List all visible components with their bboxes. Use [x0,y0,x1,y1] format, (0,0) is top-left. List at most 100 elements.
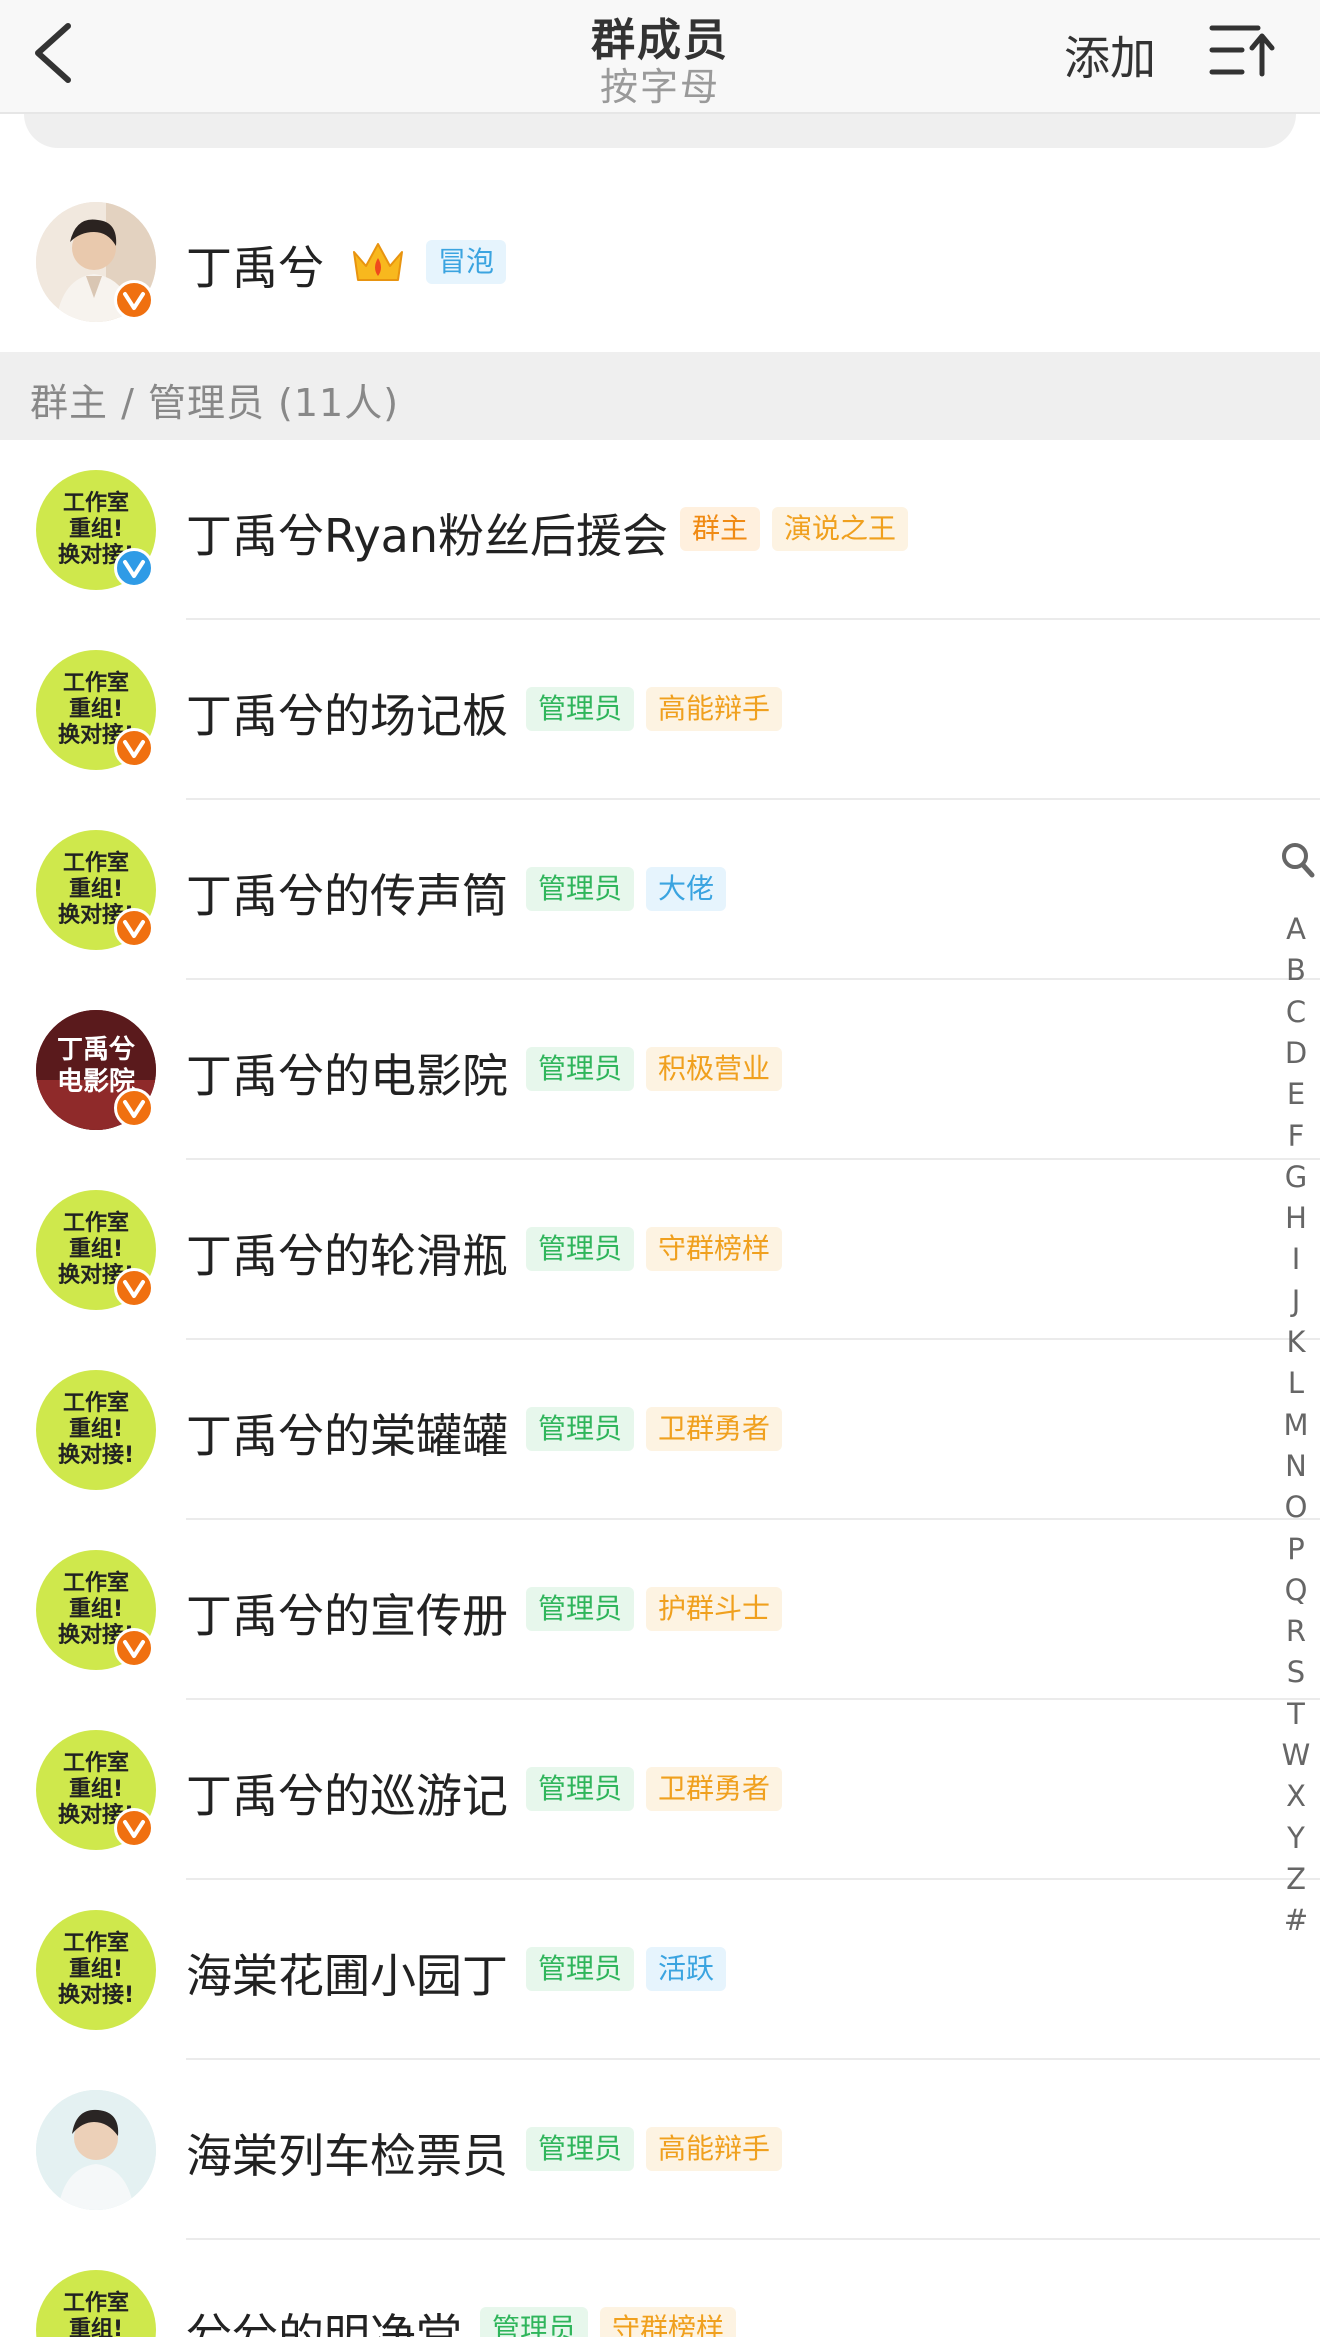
role-tag: 管理员 [526,1047,635,1091]
index-letter[interactable]: G [1272,1160,1320,1194]
member-row[interactable]: 工作室 重组! 换对接! 丁禹兮的传声筒 管理员 大佬 [0,800,1320,980]
role-tag: 管理员 [526,687,635,731]
avatar-text: 重组! [68,877,124,902]
index-letter[interactable]: F [1272,1119,1320,1153]
index-letter[interactable]: Y [1272,1821,1320,1855]
title-tag: 守群榜样 [600,2307,737,2337]
index-letter[interactable]: R [1272,1614,1320,1648]
index-letter[interactable]: W [1272,1738,1320,1772]
index-letter[interactable]: J [1272,1284,1320,1318]
avatar-text: 工作室 [62,1391,129,1416]
verified-v-icon [123,740,145,758]
title-tag: 护群斗士 [646,1587,783,1631]
index-letter[interactable]: Q [1272,1573,1320,1607]
role-tag: 管理员 [526,1947,635,1991]
member-row[interactable]: 工作室 重组! 换对接! 海棠花圃小园丁 管理员 活跃 [0,1880,1320,2060]
verified-badge [114,1628,154,1668]
member-row[interactable]: 丁禹兮 电影院 丁禹兮的电影院 管理员 积极营业 [0,980,1320,1160]
member-name: 丁禹兮的轮滑瓶 [186,1229,508,1283]
title-tag: 高能辩手 [646,687,783,731]
index-letter[interactable]: S [1272,1655,1320,1689]
index-letter[interactable]: M [1272,1408,1320,1442]
index-letter[interactable]: T [1272,1697,1320,1731]
member-row[interactable]: 工作室重组!换对接! 兮兮的明净堂管理员守群榜样 [0,2240,1320,2337]
index-letter[interactable]: Z [1272,1862,1320,1896]
member-name: 丁禹兮的巡游记 [186,1769,508,1823]
index-letter[interactable]: L [1272,1366,1320,1400]
index-letter[interactable]: K [1272,1325,1320,1359]
role-tag: 管理员 [526,1587,635,1631]
index-letter[interactable]: # [1272,1903,1320,1937]
member-row[interactable]: 工作室 重组! 换对接! 丁禹兮的宣传册 管理员 护群斗士 [0,1520,1320,1700]
crown-icon [353,243,403,281]
index-letter[interactable]: X [1272,1779,1320,1813]
avatar-text: 重组! [68,1957,124,1982]
verified-badge [114,908,154,948]
member-row[interactable]: 工作室 重组! 换对接! 丁禹兮Ryan粉丝后援会 群主 演说之王 [0,440,1320,620]
role-tag: 管理员 [526,1227,635,1271]
avatar-text: 丁禹兮 [56,1035,135,1065]
member-name: 丁禹兮的传声筒 [186,869,508,923]
member-row[interactable]: 工作室 重组! 换对接! 丁禹兮的棠罐罐 管理员 卫群勇者 [0,1340,1320,1520]
index-letter[interactable]: E [1272,1077,1320,1111]
index-letter[interactable]: I [1272,1242,1320,1276]
activity-tag: 冒泡 [426,240,507,284]
member-name: 丁禹兮 [186,241,324,295]
role-tag: 群主 [680,507,761,551]
role-tag: 管理员 [526,1767,635,1811]
title-tag: 积极营业 [646,1047,783,1091]
avatar-text: 工作室 [62,1931,129,1956]
avatar-text: 工作室 [62,1211,129,1236]
avatar-text: 工作室 [62,851,129,876]
verified-v-icon [123,1280,145,1298]
verified-badge [114,1808,154,1848]
search-icon[interactable] [1280,840,1316,880]
member-row[interactable]: 海棠列车检票员 管理员 高能辩手 [0,2060,1320,2240]
member-row[interactable]: 工作室 重组! 换对接! 丁禹兮的轮滑瓶 管理员 守群榜样 [0,1160,1320,1340]
index-letter[interactable]: C [1272,995,1320,1029]
index-letter[interactable]: D [1272,1036,1320,1070]
avatar-text: 重组! [68,1777,124,1802]
verified-v-icon [123,560,145,578]
index-letter[interactable]: B [1272,953,1320,987]
sort-button[interactable] [1208,18,1278,82]
member-row[interactable]: 工作室 重组! 换对接! 丁禹兮的场记板 管理员 高能辩手 [0,620,1320,800]
index-letter[interactable]: P [1272,1532,1320,1566]
avatar-text: 工作室 [62,671,129,696]
verified-badge [114,1088,154,1128]
index-letter[interactable]: H [1272,1201,1320,1235]
avatar-text: 工作室 [62,1571,129,1596]
index-letter[interactable]: O [1272,1490,1320,1524]
role-tag: 管理员 [526,867,635,911]
member-name: 海棠列车检票员 [186,2129,508,2183]
avatar-text: 重组! [68,1597,124,1622]
verified-v-icon [123,1820,145,1838]
title-tag: 卫群勇者 [646,1407,783,1451]
avatar-text: 重组! [68,1417,124,1442]
avatar-text: 重组! [68,1237,124,1262]
avatar-text: 重组! [68,697,124,722]
avatar-text: 重组! [68,517,124,542]
verified-v-icon [123,1640,145,1658]
member-name: 丁禹兮Ryan粉丝后援会 [186,509,669,563]
member-name: 丁禹兮的宣传册 [186,1589,508,1643]
add-member-button[interactable]: 添加 [1064,22,1156,88]
verified-v-icon [123,920,145,938]
section-title: 群主 / 管理员 (11人) [30,381,400,425]
index-letter[interactable]: N [1272,1449,1320,1483]
pinned-member-row[interactable]: 丁禹兮 冒泡 [0,192,1320,332]
sort-ascending-icon [1209,25,1275,77]
verified-v-icon [123,292,145,310]
member-name: 丁禹兮的场记板 [186,689,508,743]
title-tag: 演说之王 [772,507,909,551]
member-name: 兮兮的明净堂 [186,2309,462,2337]
verified-v-icon [123,1100,145,1118]
title-tag: 活跃 [646,1947,727,1991]
verified-badge [114,728,154,768]
member-row[interactable]: 工作室 重组! 换对接! 丁禹兮的巡游记 管理员 卫群勇者 [0,1700,1320,1880]
role-tag: 管理员 [480,2307,589,2337]
index-letter[interactable]: A [1272,912,1320,946]
member-name: 丁禹兮的棠罐罐 [186,1409,508,1463]
avatar: 工作室重组!换对接! [36,1910,156,2030]
role-tag: 管理员 [526,2127,635,2171]
